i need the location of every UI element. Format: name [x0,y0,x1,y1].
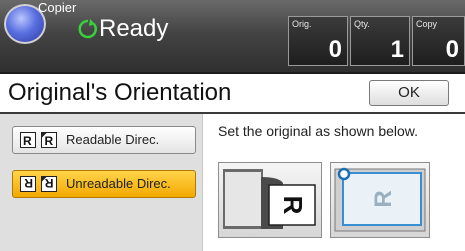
quantity-counter: Qty. 1 [350,16,410,66]
illustration-letter-faded: R [370,190,397,207]
exposure-glass-icon: R [334,167,426,232]
ready-status-icon [78,19,97,39]
svg-text:R: R [45,176,54,190]
svg-text:R: R [45,134,54,148]
adf-feeder-icon: R [223,169,316,229]
page-title: Original's Orientation [8,79,232,106]
counter-label: Copy [416,19,438,29]
title-bar: Original's Orientation OK [0,74,465,114]
counter-value: 1 [390,36,404,63]
originals-counter: Orig. 0 [288,16,348,66]
counter-value: 0 [445,36,459,63]
counter-value: 0 [328,36,342,63]
svg-text:R: R [23,134,32,148]
adf-placement-illustration: R [218,162,322,238]
ok-button[interactable]: OK [369,80,449,106]
svg-text:R: R [24,176,33,190]
readable-direction-button[interactable]: R R Readable Direc. [12,126,196,154]
option-label: Readable Direc. [66,132,160,147]
counter-label: Qty. [354,19,370,29]
unreadable-direction-button[interactable]: R R Unreadable Direc. [12,170,196,198]
unreadable-orientation-icon: R R [20,176,57,192]
readable-orientation-icon: R R [20,132,57,148]
illustration-letter: R [278,196,308,215]
status-text: Ready [99,15,169,42]
orientation-options: R R Readable Direc. R R Unreadable Direc… [0,114,202,251]
instruction-text: Set the original as shown below. [218,123,419,139]
counter-label: Orig. [292,19,312,29]
app-name: Copier [38,0,77,15]
glass-placement-illustration: R [330,162,430,238]
status-header: Copier Ready Orig. 0 Qty. 1 Copy 0 [0,0,465,74]
panel-divider [202,114,203,251]
option-label: Unreadable Direc. [66,176,171,191]
copier-screen: Copier Ready Orig. 0 Qty. 1 Copy 0 Origi… [0,0,465,251]
copy-counter: Copy 0 [412,16,465,66]
